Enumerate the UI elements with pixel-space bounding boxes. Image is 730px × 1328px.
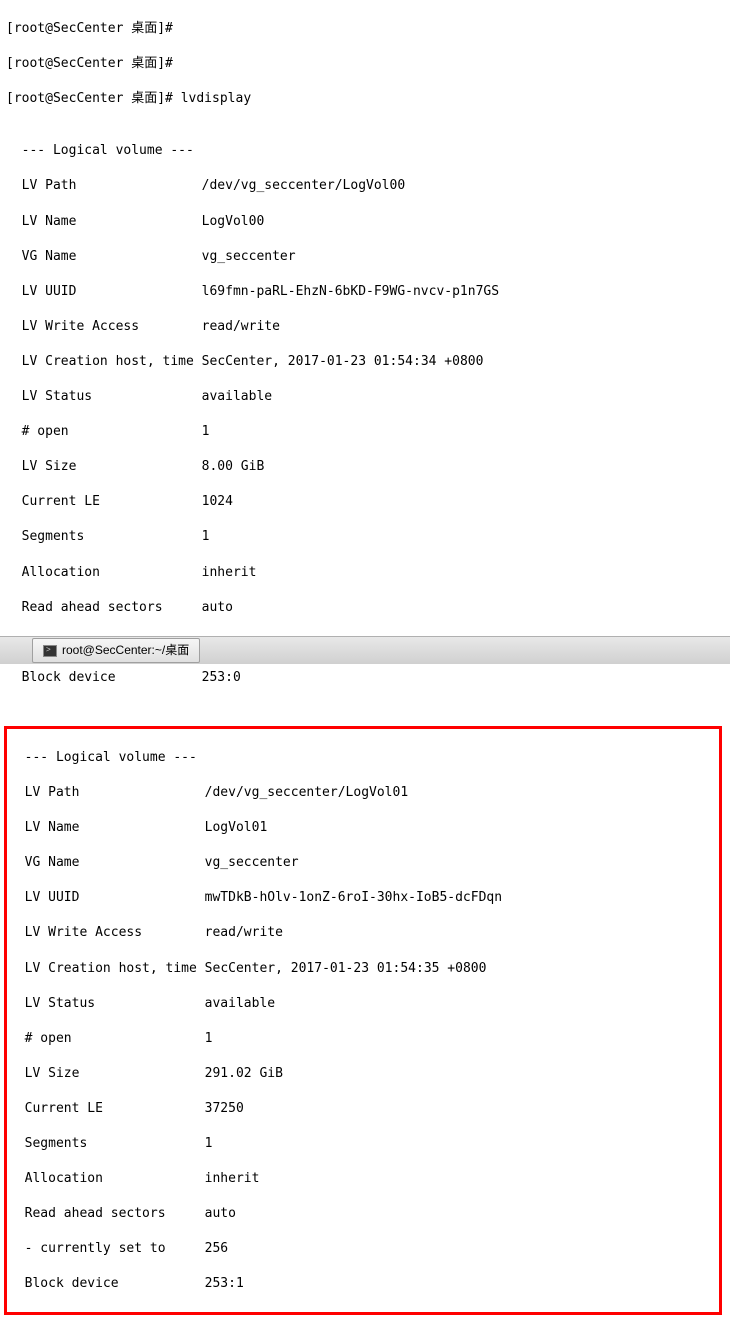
prompt-line: [root@SecCenter 桌面]# [6, 20, 724, 38]
lv-header: --- Logical volume --- [6, 142, 724, 160]
terminal-icon [43, 645, 57, 657]
lv-row: Current LE37250 [9, 1100, 713, 1118]
lv-row: LV Statusavailable [9, 995, 713, 1013]
terminal-output[interactable]: [root@SecCenter 桌面]# [root@SecCenter 桌面]… [0, 0, 730, 723]
lv-row: VG Namevg_seccenter [6, 248, 724, 266]
prompt-command: [root@SecCenter 桌面]# lvdisplay [6, 90, 724, 108]
lv-row: Allocationinherit [6, 564, 724, 582]
lv-row: LV Path/dev/vg_seccenter/LogVol00 [6, 177, 724, 195]
lv-row: Segments1 [6, 528, 724, 546]
lv-row: LV Statusavailable [6, 388, 724, 406]
lv-row: Current LE1024 [6, 493, 724, 511]
lv-row: LV NameLogVol00 [6, 213, 724, 231]
lv-row: VG Namevg_seccenter [9, 854, 713, 872]
lv-row: LV Write Accessread/write [6, 318, 724, 336]
lv-header: --- Logical volume --- [9, 749, 713, 767]
taskbar-button-label: root@SecCenter:~/桌面 [62, 642, 189, 658]
lv-row: Allocationinherit [9, 1170, 713, 1188]
lv-row: - currently set to256 [9, 1240, 713, 1258]
lv-row: LV UUIDl69fmn-paRL-EhzN-6bKD-F9WG-nvcv-p… [6, 283, 724, 301]
lv-row: Segments1 [9, 1135, 713, 1153]
lv-row: LV Creation host, time SecCenter, 2017-0… [6, 353, 724, 371]
prompt-line: [root@SecCenter 桌面]# [6, 55, 724, 73]
lv-row: Read ahead sectorsauto [9, 1205, 713, 1223]
lv-row: # open1 [6, 423, 724, 441]
lv-row: LV NameLogVol01 [9, 819, 713, 837]
lv1-block: --- Logical volume --- LV Path/dev/vg_se… [6, 125, 724, 704]
lv-row: # open1 [9, 1030, 713, 1048]
lv-row: LV Size291.02 GiB [9, 1065, 713, 1083]
taskbar-terminal-button[interactable]: root@SecCenter:~/桌面 [32, 638, 200, 662]
lv-row: LV Path/dev/vg_seccenter/LogVol01 [9, 784, 713, 802]
taskbar: root@SecCenter:~/桌面 [0, 636, 730, 664]
lv-row: Block device253:0 [6, 669, 724, 687]
lv-row: LV UUIDmwTDkB-hOlv-1onZ-6roI-30hx-IoB5-d… [9, 889, 713, 907]
lv-row: LV Size8.00 GiB [6, 458, 724, 476]
highlighted-lv-block: --- Logical volume --- LV Path/dev/vg_se… [4, 726, 722, 1315]
lv-row: Read ahead sectorsauto [6, 599, 724, 617]
lv-row: LV Creation host, time SecCenter, 2017-0… [9, 960, 713, 978]
lv-row: Block device253:1 [9, 1275, 713, 1293]
lv-row: LV Write Accessread/write [9, 924, 713, 942]
